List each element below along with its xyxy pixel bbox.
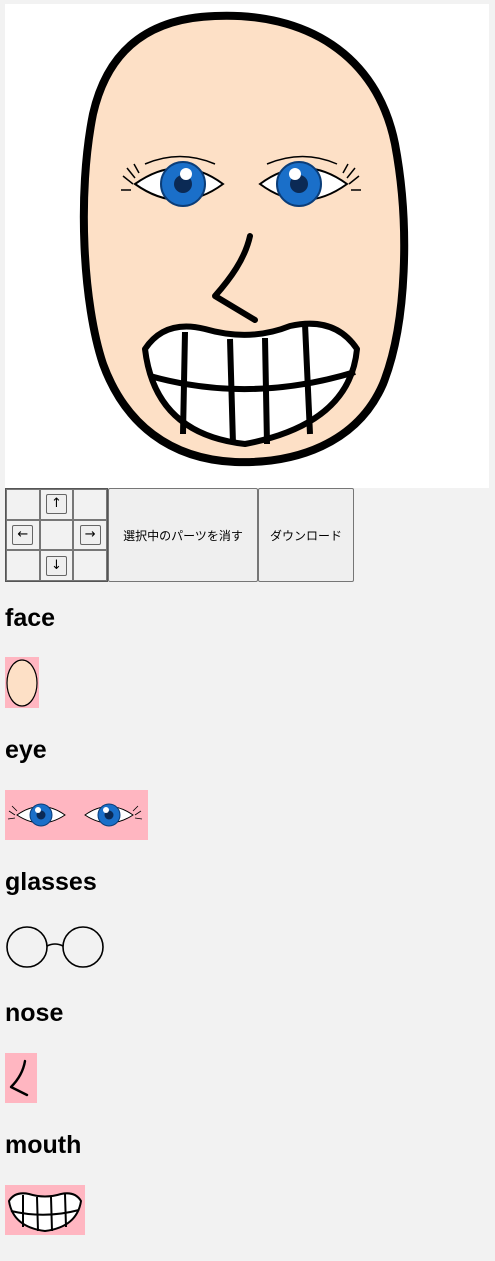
face-canvas[interactable] <box>5 4 489 488</box>
category-heading-nose: nose <box>5 999 64 1027</box>
part-nose-option[interactable] <box>5 1053 37 1103</box>
category-heading-face: face <box>5 604 56 632</box>
nose-thumbnail <box>9 1059 29 1097</box>
part-eye-option[interactable] <box>5 790 148 840</box>
category-heading-mouth: mouth <box>5 1131 82 1159</box>
move-up-button[interactable]: ↑ <box>46 494 67 515</box>
eyes-thumbnail <box>7 803 143 827</box>
direction-pad: ↑ ← → ↓ <box>5 488 108 582</box>
face-thumbnail <box>6 659 38 707</box>
move-down-button[interactable]: ↓ <box>46 555 67 576</box>
move-left-button[interactable]: ← <box>12 524 34 545</box>
part-face-option[interactable] <box>5 657 39 708</box>
download-button[interactable]: ダウンロード <box>258 488 354 582</box>
part-glasses-option[interactable] <box>5 922 107 972</box>
glasses-thumbnail <box>6 926 104 968</box>
composed-face <box>79 11 409 467</box>
mouth-thumbnail <box>8 1192 82 1232</box>
controls-row: ↑ ← → ↓ 選択中のパーツを消す ダウンロード <box>5 488 354 582</box>
category-heading-glasses: glasses <box>5 868 97 896</box>
move-right-button[interactable]: → <box>79 524 101 545</box>
delete-selected-part-button[interactable]: 選択中のパーツを消す <box>108 488 258 582</box>
category-heading-eye: eye <box>5 736 47 764</box>
part-mouth-option[interactable] <box>5 1185 85 1235</box>
